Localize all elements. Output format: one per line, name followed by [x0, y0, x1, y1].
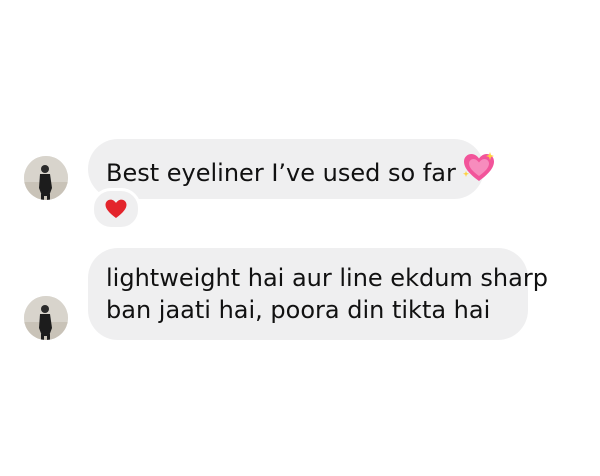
- avatar-photo-icon: [24, 296, 68, 340]
- message-text: Best eyeliner I’ve used so far: [106, 159, 456, 187]
- message-text-line: ban jaati hai, poora din tikta hai: [106, 296, 491, 324]
- message-text-line: lightweight hai aur line ekdum sharp: [106, 264, 548, 292]
- sparkling-heart-icon: [462, 151, 496, 193]
- reaction-badge[interactable]: [91, 188, 141, 230]
- avatar-photo-icon: [24, 156, 68, 200]
- red-heart-icon: [105, 199, 127, 218]
- sender-avatar[interactable]: [24, 156, 68, 200]
- message-bubble-1[interactable]: Best eyeliner I’ve used so far: [88, 139, 494, 199]
- message-bubble-2[interactable]: lightweight hai aur line ekdum sharp ban…: [88, 248, 548, 340]
- sender-avatar[interactable]: [24, 296, 68, 340]
